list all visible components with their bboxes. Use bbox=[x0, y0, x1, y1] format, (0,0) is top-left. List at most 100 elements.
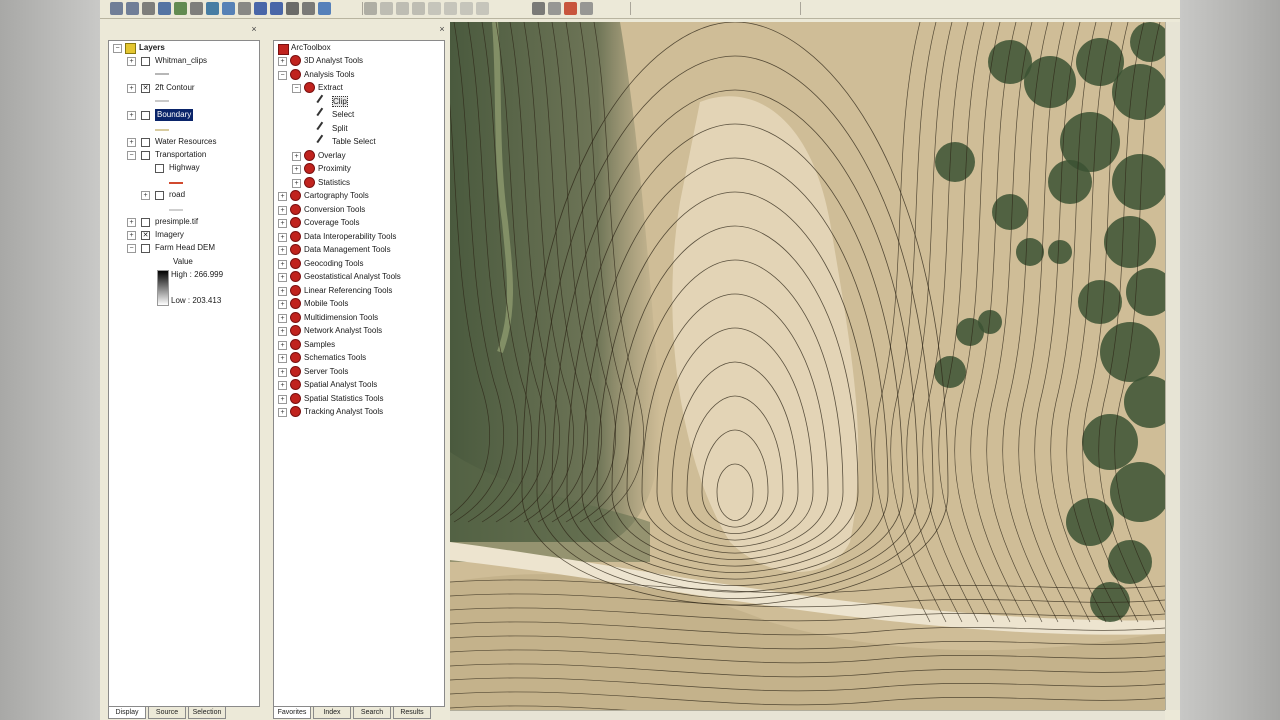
toolset-item[interactable]: Mobile Tools bbox=[290, 298, 348, 310]
editor-icon[interactable] bbox=[380, 2, 393, 15]
layer-name[interactable]: Water Resources bbox=[155, 136, 217, 148]
tool-item[interactable]: Select bbox=[316, 108, 354, 122]
toolset-item[interactable]: Cartography Tools bbox=[290, 190, 369, 202]
expand-toggle[interactable]: + bbox=[127, 84, 136, 93]
layer-name[interactable]: Imagery bbox=[155, 229, 184, 241]
expand-toggle[interactable]: + bbox=[278, 273, 287, 282]
toolset-item[interactable]: Samples bbox=[290, 338, 335, 351]
layer-visibility-checkbox[interactable] bbox=[141, 218, 150, 227]
layer-visibility-checkbox[interactable] bbox=[141, 244, 150, 253]
expand-toggle[interactable]: + bbox=[278, 259, 287, 269]
layer-name[interactable]: Whitman_clips bbox=[155, 55, 207, 67]
layer-name[interactable]: Farm Head DEM bbox=[155, 242, 215, 254]
info-icon[interactable] bbox=[270, 2, 283, 15]
expand-toggle[interactable]: + bbox=[278, 286, 287, 296]
expand-toggle[interactable]: + bbox=[278, 367, 287, 377]
expand-toggle[interactable]: + bbox=[278, 381, 287, 390]
toolset-item[interactable]: Coverage Tools bbox=[290, 217, 359, 229]
expand-toggle[interactable]: + bbox=[127, 138, 136, 147]
toolset-item[interactable]: Conversion Tools bbox=[290, 203, 365, 216]
toolset-item[interactable]: Linear Referencing Tools bbox=[290, 284, 392, 297]
toolbox-tab-results[interactable]: Results bbox=[393, 707, 431, 719]
map-horizontal-scrollbar[interactable] bbox=[450, 710, 1165, 720]
layer-name[interactable]: Transportation bbox=[155, 149, 206, 161]
toolbox-tab-index[interactable]: Index bbox=[313, 707, 351, 719]
expand-toggle[interactable]: + bbox=[278, 313, 287, 323]
toolset-item[interactable]: Geostatistical Analyst Tools bbox=[290, 271, 401, 283]
split-icon[interactable] bbox=[460, 2, 473, 15]
map-vertical-scrollbar[interactable] bbox=[1165, 22, 1180, 710]
toolset-item[interactable]: Statistics bbox=[304, 176, 350, 189]
layer-name[interactable]: presimple.tif bbox=[155, 216, 198, 228]
route-icon[interactable] bbox=[364, 2, 377, 15]
toolset-item[interactable]: Multidimension Tools bbox=[290, 311, 378, 324]
toolset-item[interactable]: Analysis Tools bbox=[290, 68, 355, 81]
toolset-item[interactable]: Data Management Tools bbox=[290, 244, 391, 256]
expand-toggle[interactable]: + bbox=[278, 394, 287, 404]
toolbox-tab-favorites[interactable]: Favorites bbox=[273, 707, 311, 719]
expand-toggle[interactable]: + bbox=[278, 219, 287, 228]
expand-toggle[interactable]: + bbox=[278, 408, 287, 417]
layer-name[interactable]: Highway bbox=[169, 162, 200, 174]
expand-toggle[interactable]: − bbox=[127, 244, 136, 253]
zoom-out-icon[interactable] bbox=[126, 2, 139, 15]
toolset-item[interactable]: 3D Analyst Tools bbox=[290, 55, 363, 67]
toc-tab-selection[interactable]: Selection bbox=[188, 707, 226, 719]
toolbox-close-icon[interactable]: × bbox=[436, 24, 448, 34]
back-icon[interactable] bbox=[190, 2, 203, 15]
toolset-item[interactable]: Geocoding Tools bbox=[290, 257, 363, 270]
layer-visibility-checkbox[interactable] bbox=[141, 111, 150, 120]
toolset-item[interactable]: Tracking Analyst Tools bbox=[290, 406, 383, 418]
layer-name[interactable]: Boundary bbox=[155, 109, 194, 121]
toc-close-icon[interactable]: × bbox=[248, 24, 260, 34]
toolset-item[interactable]: Network Analyst Tools bbox=[290, 325, 382, 337]
expand-toggle[interactable]: + bbox=[278, 327, 287, 336]
expand-toggle[interactable]: + bbox=[127, 111, 136, 120]
expand-toggle[interactable]: + bbox=[278, 205, 287, 215]
tool-item[interactable]: Split bbox=[316, 121, 348, 136]
layer-visibility-checkbox[interactable] bbox=[141, 138, 150, 147]
toolset-item[interactable]: Spatial Analyst Tools bbox=[290, 379, 377, 391]
sketch-icon[interactable] bbox=[396, 2, 409, 15]
layer-visibility-checkbox[interactable] bbox=[141, 57, 150, 66]
binoculars-icon[interactable] bbox=[286, 2, 299, 15]
toolset-item[interactable]: Server Tools bbox=[290, 365, 348, 378]
globe-icon[interactable] bbox=[206, 2, 219, 15]
layer-name[interactable]: road bbox=[169, 189, 185, 201]
layer-visibility-checkbox[interactable]: ✕ bbox=[141, 231, 150, 240]
vertex-icon[interactable] bbox=[428, 2, 441, 15]
sketch-props-icon[interactable] bbox=[548, 2, 561, 15]
expand-toggle[interactable]: + bbox=[292, 165, 301, 174]
toc-tab-display[interactable]: Display bbox=[108, 707, 146, 719]
rotate-icon[interactable] bbox=[476, 2, 489, 15]
toolbox-tab-search[interactable]: Search bbox=[353, 707, 391, 719]
layer-name[interactable]: 2ft Contour bbox=[155, 82, 195, 94]
toolset-item[interactable]: Extract bbox=[304, 82, 343, 94]
select-icon[interactable] bbox=[238, 2, 251, 15]
edit-icon[interactable] bbox=[412, 2, 425, 15]
expand-toggle[interactable]: + bbox=[292, 178, 301, 188]
pan-icon[interactable] bbox=[142, 2, 155, 15]
toolset-item[interactable]: Spatial Statistics Tools bbox=[290, 392, 383, 405]
tool-item[interactable]: Clip bbox=[316, 94, 348, 109]
hyperlink-icon[interactable] bbox=[318, 2, 331, 15]
expand-toggle[interactable]: − bbox=[127, 151, 136, 160]
full-extent-icon[interactable] bbox=[158, 2, 171, 15]
identify-icon[interactable] bbox=[254, 2, 267, 15]
zoom-in-icon[interactable] bbox=[110, 2, 123, 15]
expand-toggle[interactable]: + bbox=[278, 57, 287, 66]
expand-toggle[interactable]: − bbox=[292, 84, 301, 93]
layer-visibility-checkbox[interactable]: ✕ bbox=[141, 84, 150, 93]
trace-icon[interactable] bbox=[444, 2, 457, 15]
toolset-item[interactable]: Proximity bbox=[304, 163, 351, 175]
expand-toggle[interactable]: + bbox=[278, 232, 287, 242]
expand-toggle[interactable]: + bbox=[292, 151, 301, 161]
expand-toggle[interactable]: + bbox=[278, 300, 287, 309]
layer-icon[interactable] bbox=[222, 2, 235, 15]
toc-tab-source[interactable]: Source bbox=[148, 707, 186, 719]
tool-item[interactable]: Table Select bbox=[316, 135, 376, 149]
fixed-zoom-icon[interactable] bbox=[174, 2, 187, 15]
map-canvas[interactable] bbox=[450, 22, 1165, 710]
attributes-icon[interactable] bbox=[532, 2, 545, 15]
expand-toggle[interactable]: + bbox=[141, 191, 150, 200]
